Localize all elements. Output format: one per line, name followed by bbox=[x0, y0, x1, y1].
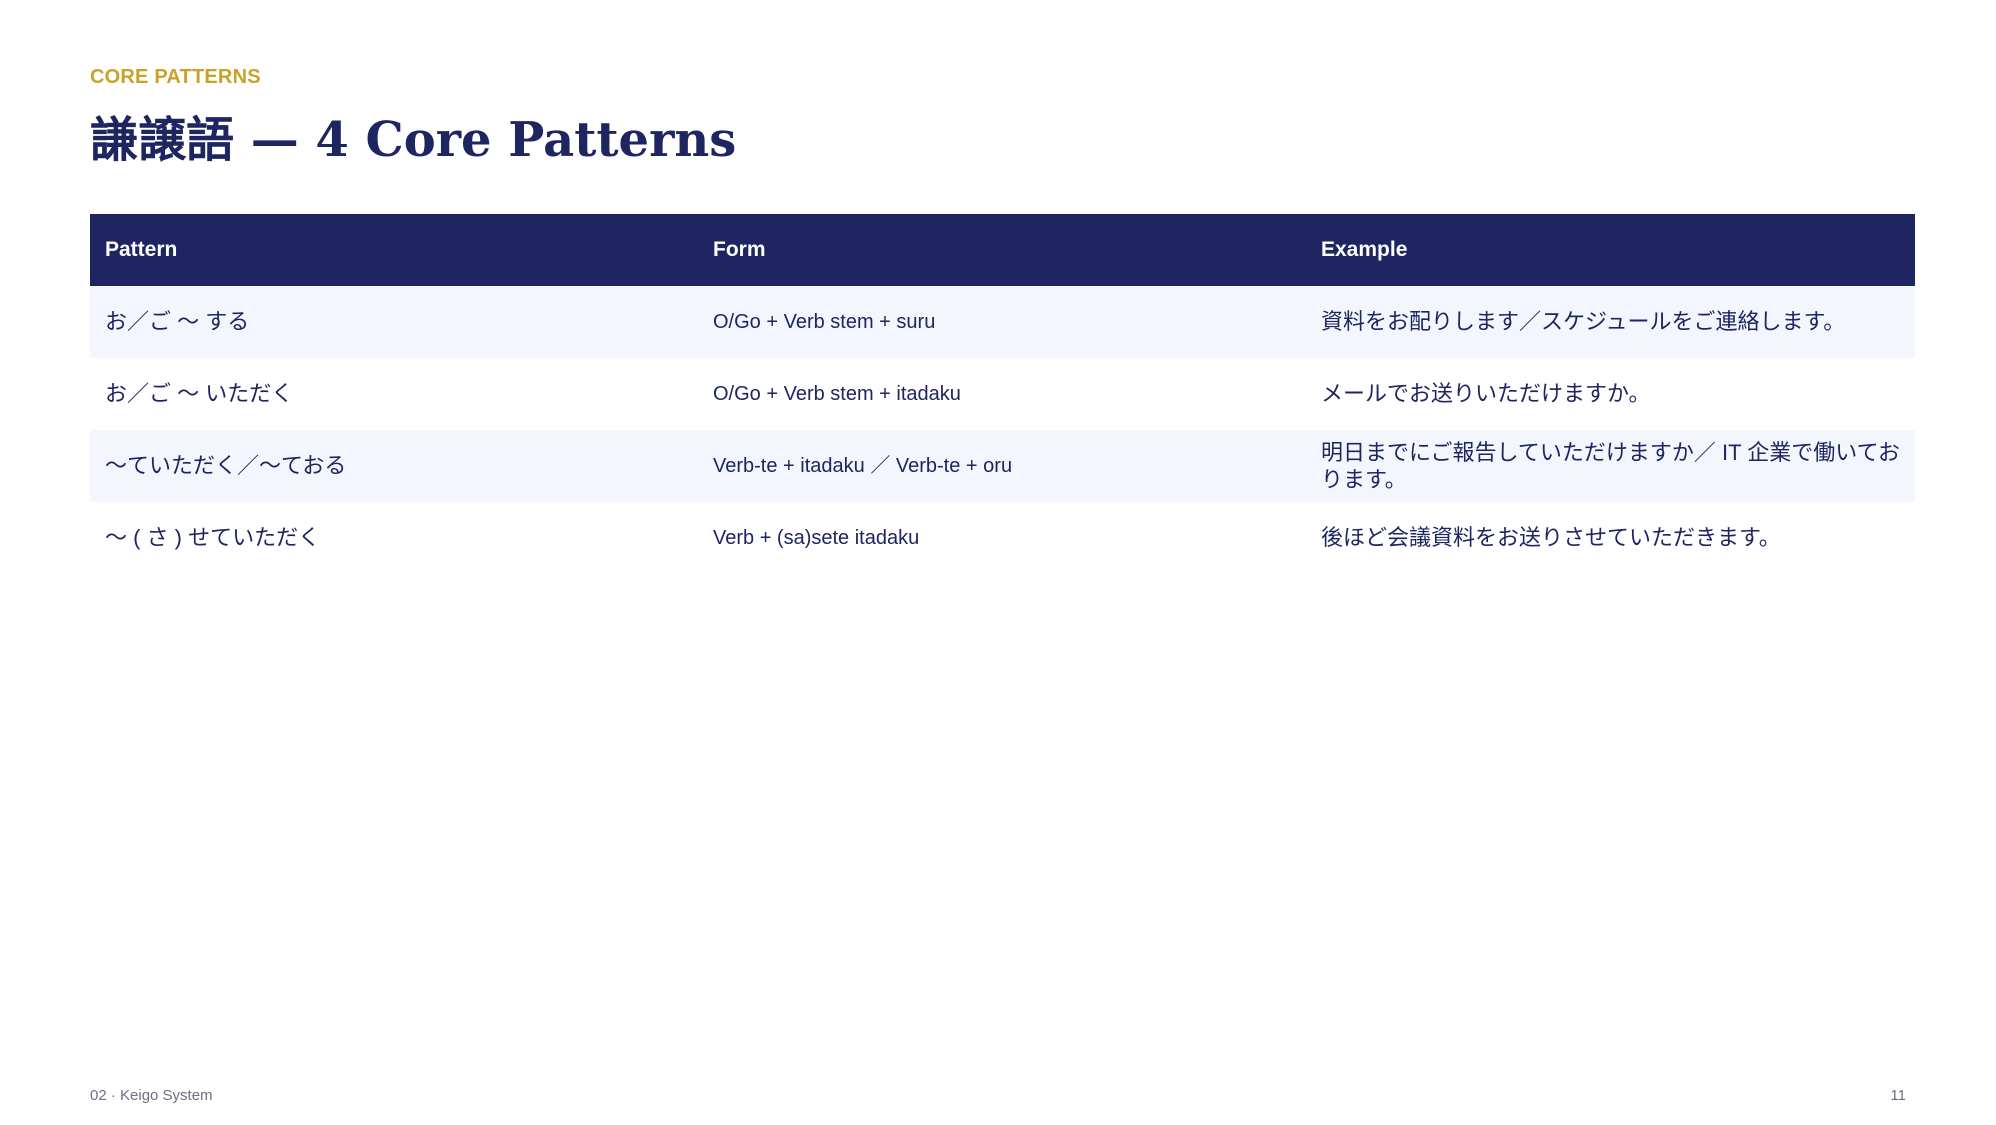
table-header-row: Pattern Form Example bbox=[90, 214, 1915, 286]
example-cell: 明日までにご報告していただけますか／ IT 企業で働いております。 bbox=[1321, 439, 1900, 493]
page-title: 謙譲語 — 4 Core Patterns bbox=[90, 112, 737, 168]
footer-section-label: 02 · Keigo System bbox=[90, 1087, 213, 1104]
table-row: 〜ていただく／〜ておる Verb-te + itadaku ／ Verb-te … bbox=[90, 430, 1915, 502]
pattern-cell: お／ご ～ いただく bbox=[105, 381, 294, 407]
table-row: 〜 ( さ ) せていただく Verb + (sa)sete itadaku 後… bbox=[90, 502, 1915, 574]
form-cell: O/Go + Verb stem + suru bbox=[713, 310, 936, 333]
column-header-pattern: Pattern bbox=[105, 237, 178, 261]
eyebrow-label: CORE PATTERNS bbox=[90, 66, 261, 88]
pattern-cell: 〜 ( さ ) せていただく bbox=[105, 525, 321, 551]
column-header-form: Form bbox=[713, 237, 766, 261]
table-row: お／ご ～ する O/Go + Verb stem + suru 資料をお配りし… bbox=[90, 286, 1915, 358]
column-header-example: Example bbox=[1321, 237, 1408, 261]
pattern-cell: お／ご ～ する bbox=[105, 309, 250, 335]
form-cell: Verb + (sa)sete itadaku bbox=[713, 526, 920, 549]
example-cell: 後ほど会議資料をお送りさせていただきます。 bbox=[1321, 525, 1781, 551]
example-cell: 資料をお配りします／スケジュールをご連絡します。 bbox=[1321, 309, 1846, 335]
pattern-cell: 〜ていただく／〜ておる bbox=[105, 453, 347, 479]
example-cell: メールでお送りいただけますか。 bbox=[1321, 381, 1651, 407]
form-cell: Verb-te + itadaku ／ Verb-te + oru bbox=[713, 454, 1013, 477]
patterns-table: Pattern Form Example お／ご ～ する O/Go + Ver… bbox=[90, 214, 1915, 574]
page-number: 11 bbox=[1890, 1087, 1906, 1104]
form-cell: O/Go + Verb stem + itadaku bbox=[713, 382, 961, 405]
table-row: お／ご ～ いただく O/Go + Verb stem + itadaku メー… bbox=[90, 358, 1915, 430]
